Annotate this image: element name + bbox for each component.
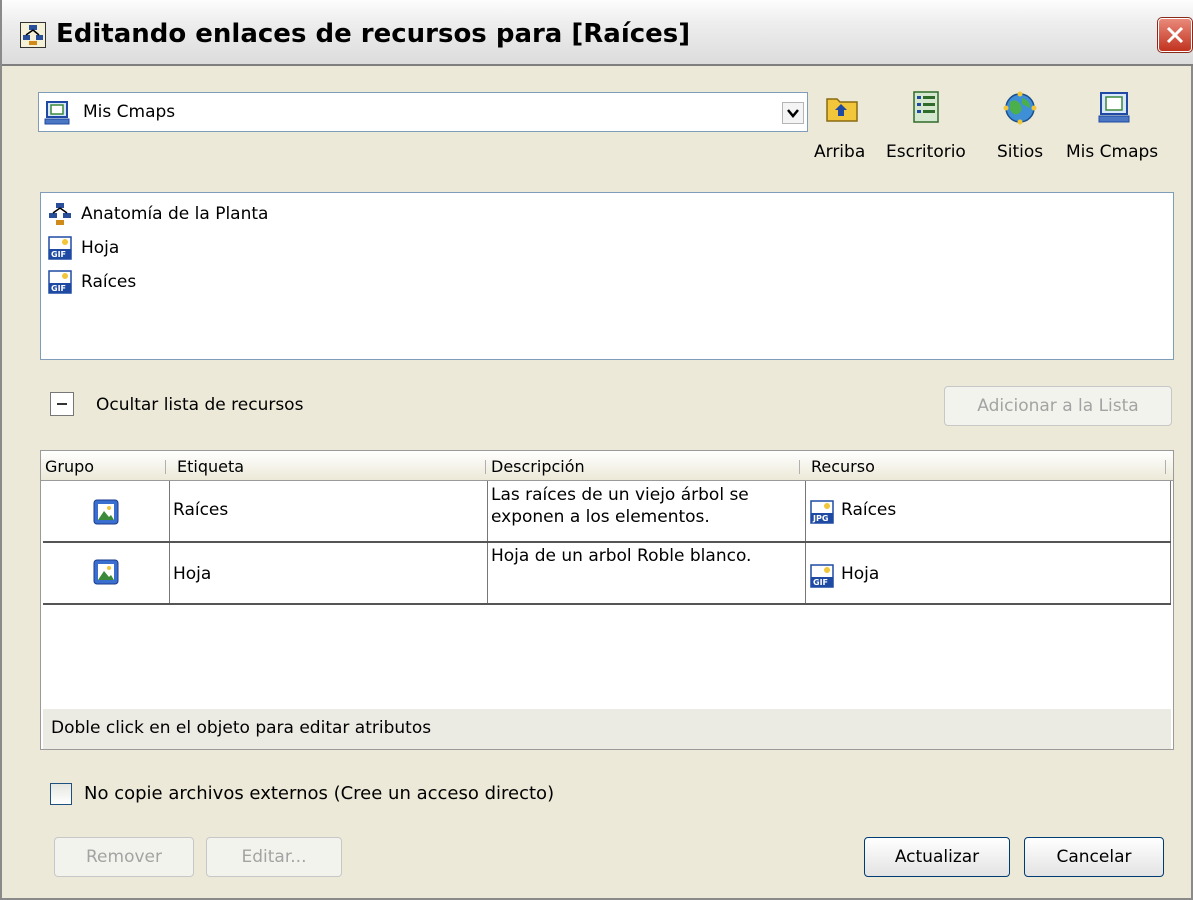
no-copy-label[interactable]: No copie archivos externos (Cree un acce… bbox=[84, 783, 554, 804]
description-cell: Hoja de un arbol Roble blanco. bbox=[491, 546, 752, 566]
table-row[interactable]: Raíces Las raíces de un viejo árbol se e… bbox=[43, 481, 1171, 543]
list-item-label: Hoja bbox=[81, 238, 120, 258]
description-cell: Las raíces de un viejo árbol se exponen … bbox=[491, 485, 749, 527]
svg-text:GIF: GIF bbox=[813, 578, 828, 587]
label-cell: Raíces bbox=[173, 500, 229, 520]
toolbar-sites-button[interactable]: Sitios bbox=[994, 90, 1052, 170]
location-select[interactable]: Mis Cmaps bbox=[38, 92, 808, 132]
table-row[interactable]: Hoja Hoja de un arbol Roble blanco. GIF … bbox=[43, 543, 1171, 605]
close-button[interactable] bbox=[1157, 17, 1193, 53]
column-header-label[interactable]: Etiqueta bbox=[177, 457, 244, 476]
table-status-bar: Doble click en el objeto para editar atr… bbox=[43, 709, 1171, 749]
cancel-button[interactable]: Cancelar bbox=[1024, 837, 1164, 877]
svg-text:GIF: GIF bbox=[51, 250, 66, 259]
svg-text:JPG: JPG bbox=[812, 514, 828, 523]
svg-text:GIF: GIF bbox=[51, 284, 66, 293]
remove-button[interactable]: Remover bbox=[54, 837, 194, 877]
folder-up-icon bbox=[824, 90, 860, 126]
gif-file-icon: GIF bbox=[47, 235, 73, 266]
title-bar[interactable]: Editando enlaces de recursos para [Raíce… bbox=[2, 0, 1193, 66]
cmap-icon bbox=[20, 22, 46, 48]
window-title: Editando enlaces de recursos para [Raíce… bbox=[56, 19, 691, 49]
toolbar-up-button[interactable]: Arriba bbox=[814, 90, 880, 170]
computer-icon bbox=[1096, 90, 1132, 126]
gif-file-icon: GIF bbox=[809, 563, 835, 594]
toolbar-sites-label: Sitios bbox=[997, 142, 1044, 162]
location-value: Mis Cmaps bbox=[83, 102, 176, 122]
image-group-icon bbox=[93, 499, 119, 530]
minus-icon bbox=[57, 403, 67, 405]
add-to-list-button[interactable]: Adicionar a la Lista bbox=[944, 386, 1172, 426]
table-header: Grupo Etiqueta Descripción Recurso bbox=[41, 451, 1173, 481]
dialog-window: Editando enlaces de recursos para [Raíce… bbox=[0, 0, 1193, 900]
jpg-file-icon: JPG bbox=[809, 499, 835, 530]
toolbar-desktop-button[interactable]: Escritorio bbox=[886, 90, 982, 170]
group-cell bbox=[43, 543, 169, 603]
column-header-resource[interactable]: Recurso bbox=[811, 457, 875, 476]
chevron-down-icon[interactable] bbox=[782, 102, 804, 124]
sites-globe-icon bbox=[1002, 90, 1038, 126]
image-group-icon bbox=[93, 559, 119, 590]
hide-list-toggle[interactable] bbox=[50, 392, 74, 416]
list-item-label: Anatomía de la Planta bbox=[81, 204, 269, 224]
column-header-group[interactable]: Grupo bbox=[45, 457, 94, 476]
resource-list[interactable]: Anatomía de la Planta GIF Hoja GIF Raíce… bbox=[40, 192, 1174, 360]
column-header-description[interactable]: Descripción bbox=[491, 457, 585, 476]
computer-icon bbox=[43, 99, 71, 131]
edit-button[interactable]: Editar... bbox=[206, 837, 342, 877]
resource-cell: JPG Raíces bbox=[807, 481, 1167, 541]
desktop-icon bbox=[908, 90, 944, 126]
resource-cell: GIF Hoja bbox=[807, 543, 1167, 603]
label-cell: Hoja bbox=[173, 564, 212, 584]
group-cell bbox=[43, 481, 169, 541]
cmap-icon bbox=[47, 201, 73, 232]
resource-table[interactable]: Grupo Etiqueta Descripción Recurso Raíce… bbox=[40, 450, 1174, 750]
update-button[interactable]: Actualizar bbox=[864, 837, 1010, 877]
list-item-label: Raíces bbox=[81, 272, 137, 292]
toolbar-mycmaps-button[interactable]: Mis Cmaps bbox=[1064, 90, 1164, 170]
resource-label: Raíces bbox=[841, 500, 897, 520]
resource-label: Hoja bbox=[841, 564, 880, 584]
close-icon bbox=[1166, 26, 1184, 44]
toolbar-up-label: Arriba bbox=[814, 142, 866, 162]
toolbar-desktop-label: Escritorio bbox=[886, 142, 966, 162]
hide-list-label: Ocultar lista de recursos bbox=[96, 395, 304, 415]
no-copy-checkbox[interactable] bbox=[50, 783, 72, 805]
status-text: Doble click en el objeto para editar atr… bbox=[51, 718, 432, 738]
toolbar-mycmaps-label: Mis Cmaps bbox=[1066, 142, 1159, 162]
gif-file-icon: GIF bbox=[47, 269, 73, 300]
